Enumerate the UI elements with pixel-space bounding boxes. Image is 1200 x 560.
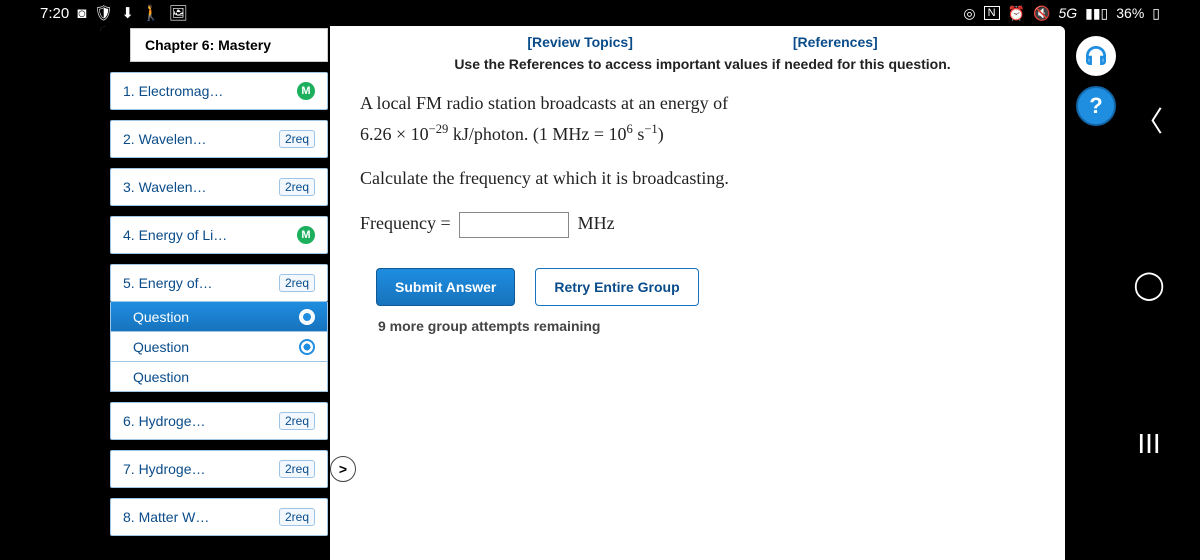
sidebar-subitem-2[interactable]: Question: [110, 332, 328, 362]
references-link[interactable]: [References]: [793, 34, 878, 50]
top-links: [Review Topics] [References]: [360, 26, 1045, 56]
exponent: −1: [644, 122, 657, 136]
req-badge: 2req: [279, 460, 315, 478]
clock: 7:20: [40, 5, 69, 22]
signal-icon: ▮▮▯: [1085, 5, 1108, 22]
content-pane: [Review Topics] [References] Use the Ref…: [330, 26, 1065, 560]
bars-icon: III: [1137, 428, 1160, 459]
nav-home-button[interactable]: ◯: [1133, 268, 1164, 301]
question-status-icon: [299, 309, 315, 325]
sidebar-item-label: 8. Matter W…: [123, 509, 209, 525]
sidebar: Chapter 6: Mastery 1. Electromag… M 2. W…: [100, 26, 330, 560]
nav-back-button[interactable]: 〈: [1135, 100, 1163, 140]
req-badge: 2req: [279, 130, 315, 148]
status-indicator-icon: ◙: [77, 5, 86, 22]
sidebar-item-1[interactable]: 1. Electromag… M: [110, 72, 328, 110]
problem-line: Calculate the frequency at which it is b…: [360, 163, 1035, 194]
frequency-input[interactable]: [459, 212, 569, 238]
sidebar-subitems: Question Question Question: [110, 302, 328, 392]
alarm-icon: ⏰: [1008, 5, 1025, 22]
sidebar-item-label: 4. Energy of Li…: [123, 227, 227, 243]
sidebar-item-label: 7. Hydroge…: [123, 461, 205, 477]
question-mark-icon: ?: [1089, 93, 1102, 119]
retry-group-button[interactable]: Retry Entire Group: [535, 268, 698, 306]
problem-text: A local FM radio station broadcasts at a…: [360, 84, 1045, 258]
answer-unit: MHz: [578, 213, 615, 233]
download-icon: ⬇: [121, 4, 134, 22]
action-row: Submit Answer Retry Entire Group: [360, 258, 1045, 312]
req-badge: 2req: [279, 412, 315, 430]
device-nav: 〈 ◯ III: [1124, 0, 1174, 560]
req-badge: 2req: [279, 178, 315, 196]
sidebar-item-8[interactable]: 8. Matter W… 2req: [110, 498, 328, 536]
question-status-icon: [299, 339, 315, 355]
nav-recent-button[interactable]: III: [1137, 428, 1160, 460]
accessibility-icon: 🚶: [142, 4, 161, 22]
review-topics-link[interactable]: [Review Topics]: [527, 34, 633, 50]
sidebar-item-label: 3. Wavelen…: [123, 179, 207, 195]
sidebar-item-label: 2. Wavelen…: [123, 131, 207, 147]
shield-icon: 🛡: [94, 4, 113, 22]
sidebar-subitem-1[interactable]: Question: [110, 302, 328, 332]
circle-icon: ◯: [1133, 269, 1164, 300]
mastery-badge-icon: M: [297, 82, 315, 100]
sidebar-item-label: 5. Energy of…: [123, 275, 213, 291]
n-icon: N: [984, 6, 1000, 20]
headset-icon: [1083, 43, 1109, 69]
sidebar-item-7[interactable]: 7. Hydroge… 2req: [110, 450, 328, 488]
support-headset-button[interactable]: [1076, 36, 1116, 76]
exponent: −29: [429, 122, 449, 136]
network-type: 5G: [1058, 5, 1077, 21]
subitem-label: Question: [133, 339, 189, 355]
mastery-badge-icon: M: [297, 226, 315, 244]
sidebar-item-2[interactable]: 2. Wavelen… 2req: [110, 120, 328, 158]
req-badge: 2req: [279, 274, 315, 292]
instruction-text: Use the References to access important v…: [360, 56, 1045, 84]
picture-icon: 🖼: [169, 4, 188, 22]
cast-icon: ◎: [963, 5, 975, 22]
sidebar-item-4[interactable]: 4. Energy of Li… M: [110, 216, 328, 254]
sidebar-item-label: 6. Hydroge…: [123, 413, 205, 429]
mute-icon: 🔇: [1033, 5, 1050, 22]
answer-label: Frequency =: [360, 213, 451, 233]
problem-line: A local FM radio station broadcasts at a…: [360, 93, 728, 113]
expand-sidebar-button[interactable]: >: [330, 456, 356, 482]
sidebar-subitem-3[interactable]: Question: [110, 362, 328, 392]
sidebar-item-3[interactable]: 3. Wavelen… 2req: [110, 168, 328, 206]
chevron-left-icon: 〈: [1135, 106, 1163, 137]
problem-paren: ): [658, 124, 664, 144]
req-badge: 2req: [279, 508, 315, 526]
problem-unit: kJ/photon. (1 MHz = 10: [448, 124, 626, 144]
subitem-label: Question: [133, 369, 189, 385]
attempts-remaining: 9 more group attempts remaining: [360, 312, 1045, 334]
sidebar-item-label: 1. Electromag…: [123, 83, 223, 99]
sidebar-item-5[interactable]: 5. Energy of… 2req: [110, 264, 328, 302]
floating-icons: ?: [1076, 36, 1116, 126]
problem-unit: s: [633, 124, 645, 144]
submit-answer-button[interactable]: Submit Answer: [376, 268, 515, 306]
chapter-title: Chapter 6: Mastery: [130, 28, 328, 62]
app-window: Chapter 6: Mastery 1. Electromag… M 2. W…: [100, 26, 1065, 560]
chevron-right-icon: >: [339, 461, 347, 477]
problem-value: 6.26 × 10: [360, 124, 429, 144]
android-status-bar: 7:20 ◙ 🛡 ⬇ 🚶 🖼 ◎ N ⏰ 🔇 5G ▮▮▯ 36% ▯: [0, 0, 1200, 26]
help-button[interactable]: ?: [1076, 86, 1116, 126]
sidebar-item-6[interactable]: 6. Hydroge… 2req: [110, 402, 328, 440]
subitem-label: Question: [133, 309, 189, 325]
